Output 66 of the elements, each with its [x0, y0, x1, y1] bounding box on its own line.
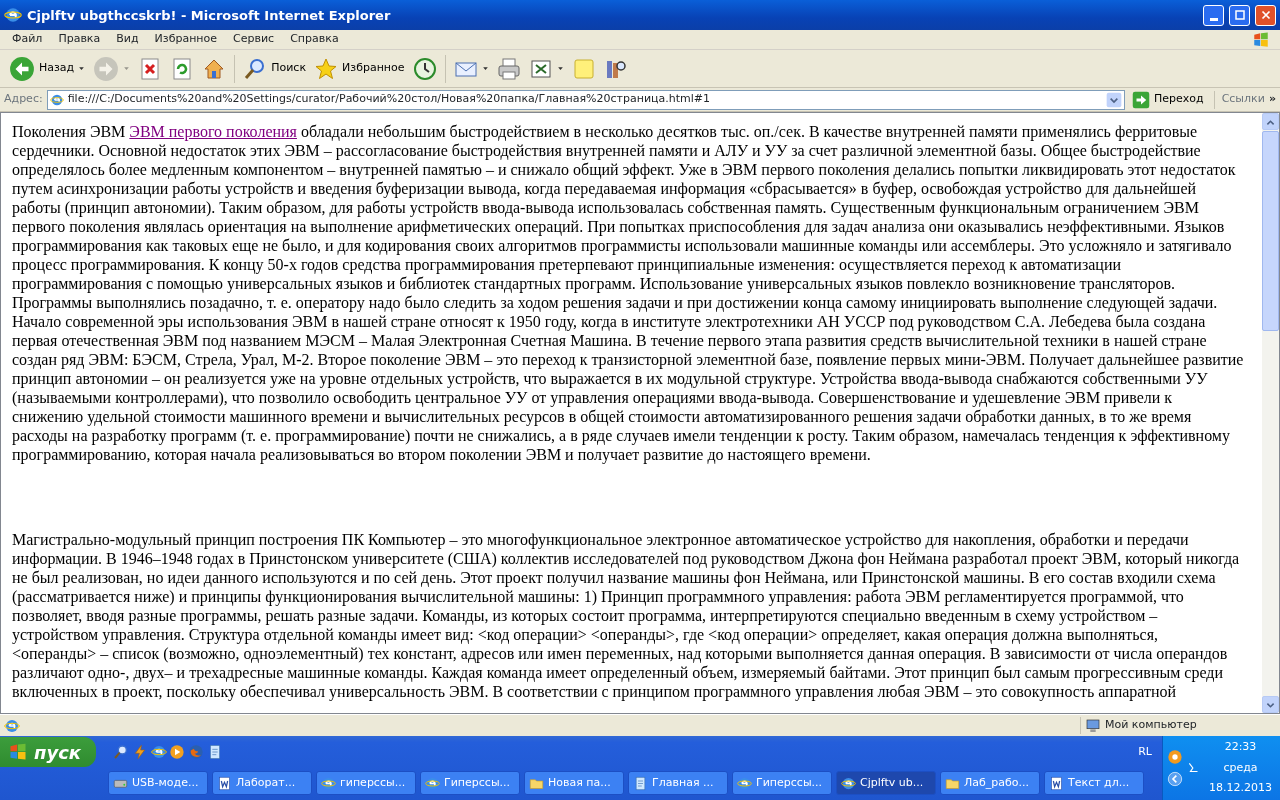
link[interactable]: ЭВМ первого поколения — [129, 123, 297, 140]
menu-item[interactable]: Файл — [4, 30, 51, 49]
document-w-icon — [1049, 775, 1064, 791]
search-icon[interactable] — [113, 744, 129, 760]
globe-e-icon — [49, 92, 64, 107]
taskbar-button[interactable]: Cjplftv ub... — [836, 771, 936, 795]
taskbar-button[interactable]: Гиперссы... — [732, 771, 832, 795]
globe-e-icon — [737, 775, 752, 791]
maximize-icon — [1233, 9, 1246, 21]
close-button[interactable] — [1255, 4, 1276, 26]
close-icon — [1259, 9, 1272, 21]
globe-e-icon — [4, 717, 20, 734]
taskbar-button[interactable]: Лаборат... — [212, 771, 312, 795]
clock-day: среда — [1223, 759, 1258, 777]
start-button[interactable]: пуск — [0, 737, 96, 767]
taskbar-button[interactable]: Текст дл... — [1044, 771, 1144, 795]
globe-e-icon — [4, 6, 22, 24]
back-button[interactable]: Назад — [6, 53, 89, 84]
taskbar-button[interactable]: Новая па... — [524, 771, 624, 795]
dropdown-caret-icon — [481, 65, 489, 72]
globe-e-icon — [841, 775, 856, 791]
address-field[interactable]: file:///C:/Documents%20and%20Settings/curator/Рабочий%20стол/Новая%20папка/Главная%20страница.html#1 — [46, 89, 1125, 110]
page-icon — [633, 775, 648, 791]
search-button[interactable]: Поиск — [240, 54, 310, 83]
favorites-button[interactable]: Избранное — [311, 54, 408, 83]
menu-item[interactable]: Справка — [282, 30, 347, 49]
printer-icon — [496, 56, 521, 81]
menu-item[interactable]: Сервис — [225, 30, 283, 49]
tray-app-icon — [1167, 749, 1183, 766]
taskbar-button[interactable]: Главная ... — [628, 771, 728, 795]
globe-e-icon — [321, 775, 336, 791]
address-label: Адрес: — [4, 91, 43, 108]
taskbar-button[interactable]: Гиперссы... — [420, 771, 520, 795]
language-indicator[interactable]: RL — [1138, 743, 1152, 761]
clock-time: 22:33 — [1224, 739, 1257, 756]
star-icon — [314, 56, 339, 81]
taskbar-button[interactable]: USB-моде... — [108, 771, 208, 795]
dropdown-caret-icon — [556, 65, 564, 72]
play-icon[interactable] — [169, 744, 186, 760]
computer-icon — [1085, 717, 1101, 734]
note-icon — [571, 56, 596, 81]
clock-icon — [412, 56, 437, 81]
dropdown-caret-icon — [78, 65, 86, 72]
menu-item[interactable]: Избранное — [146, 30, 226, 49]
lightning-icon[interactable] — [131, 744, 148, 760]
globe-e-icon[interactable] — [150, 744, 167, 760]
window-title: Cjplftv ubgthccskrb! - Microsoft Internet Explorer — [27, 7, 392, 23]
zone-label: Мой компьютер — [1105, 717, 1197, 734]
taskbar-button[interactable]: Лаб_рабо... — [940, 771, 1040, 795]
windows-flag-icon — [8, 742, 28, 762]
menu-item[interactable]: Вид — [108, 30, 147, 49]
vertical-scrollbar[interactable] — [1262, 113, 1279, 713]
menu-item[interactable]: Правка — [50, 30, 109, 49]
minimize-button[interactable] — [1203, 4, 1224, 26]
globe-e-icon — [425, 775, 440, 791]
clock-date: 18.12.2013 — [1209, 780, 1272, 797]
dropdown-caret-icon — [123, 65, 131, 72]
maximize-button[interactable] — [1229, 4, 1250, 26]
minimize-icon — [1209, 17, 1218, 21]
paragraph: Поколения ЭВМ ЭВМ первого поколения обладали небольшим быстродействием в несколько десятков тыс. оп./сек. В качестве внутренней памяти применялись ферритовые сердечники. Основной недостаток этих ЭВМ – рассогласование быстродействия внутренней памяти и АЛУ и УУ за счет различной элементной базы. Общее быстродействие определялось более медленным компонентом – внутренней памятью – и снижало общий эффект. Уже в ЭВМ первого поколения делались попытки ликвидировать этот недостаток путем асинхронизации работы устройств и введения буферизации вывода, когда передаваемая информация «сбрасывается» в буфер, освобождая устройство для дальнейшей работы (принцип автономии). Таким образом, для работы устройств ввода-вывода использовалась собственная память. Существенным функциональным ограничением ЭВМ первого поколения являлась ориентация на выполнение арифметических операций. При попытках приспособления для задач анализа они оказывались неэффективными. Языков программирования как таковых еще не было, и для кодирования своих алгоритмов программисты использовали машинные команды или ассемблеры. Это усложняло и затягивало процесс программирования. К концу 50-х годов средства программирования претерпевают принципиальные изменения: осуществляется переход к автоматизации программирования с помощью универсальных языков и библиотек стандартных программ. Использование универсальных языков повлекло возникновение трансляторов. Программы выполнялись позадачно, т. е. оператору надо было следить за ходом решения задачи и при достижении конца самому инициировать выполнение следующей задачи. Начало современной эры использования ЭВМ в нашей стране относят к 1950 году, когда в институте электротехники АН УССР под руководством С.А. Лебедева была создана первая отечественная ЭВМ под названием МЭСМ – Малая Электронная Счетная Машина. В течение первого этапа развития средств вычислительной техники в нашей стране создан ряд ЭВМ: БЭСМ, Стрела, Урал, М-2. Второе поколение ЭВМ – это переход к транзисторной элементной базе, появление первых мини-ЭВМ. Получает дальнейшее развитие принцип автономии – он реализуется уже на уровне отдельных устройств, что выражается в их модульной структуре. Устройства ввода-вывода снабжаются собственными УУ (называемыми контроллерами), что позволило освободить центральное УУ от управления операциями ввода-вывода. Совершенствование и удешевление ЭВМ привели к снижению удельной стоимости машинного времени и вычислительных ресурсов в общей стоимости автоматизированного решения задачи обработки данных, в то же время расходы на разработку программ (т. е. программирование) почти не снижались, а в ряде случаев имели тенденции к росту. Таким образом, намечалась тенденция к эффективному программированию, которая начала реализовываться во втором поколении ЭВМ и получает развитие до настоящего времени. — [12, 122, 1245, 464]
paragraph: Магистрально-модульный принцип построения ПК Компьютер – это многофункциональное электронное автоматическое устройство для накопления, обработки и передачи информации. В 1946–1948 годах в Принстонском университете (США) коллектив исследователей под руководством Джона фон Неймана разработал проект ЭВМ, который никогда не был реализован, но идеи данного используются и по сей день. Этот проект получил название машины фон Неймана, или Принстонской машины. В его состав входили схема (рассматривается ниже) и принципы функционирования вычислительной машины: 1) Принцип программного управления: работа ЭВМ регламентируется программой, что позволяет, вводя разные программы, решать разные задачи. Команды, из которых состоит программа, интерпретируются специально введенным в схему устройством – устройством управления. Структура отдельной команды имеет вид: <код операции> <операнды>, где <код операции> определяет, какая операция должна выполняться, <операнды> – список (возможно, одноэлементный) тех констант, адресов или имен переменных, над которыми выполняется данная операция. В зависимости от числа операндов различают одно-, двух– и трехадресные машинные команды. Каждая команда имеет определенный объем, измеряемый байтами. Этот принцип был самым прогрессивным среди включенных в проект, поскольку обеспечивал универсальность ЭВМ. В соответствии с принципом программного управления любая ЭВМ – это совокупность аппаратной — [12, 530, 1241, 701]
more-chevron[interactable]: » — [1268, 91, 1276, 108]
taskbar-button[interactable]: гиперссы... — [316, 771, 416, 795]
go-button[interactable]: Переход — [1129, 88, 1207, 111]
links-label[interactable]: Ссылки — [1221, 91, 1265, 108]
document-w-icon — [217, 775, 232, 791]
